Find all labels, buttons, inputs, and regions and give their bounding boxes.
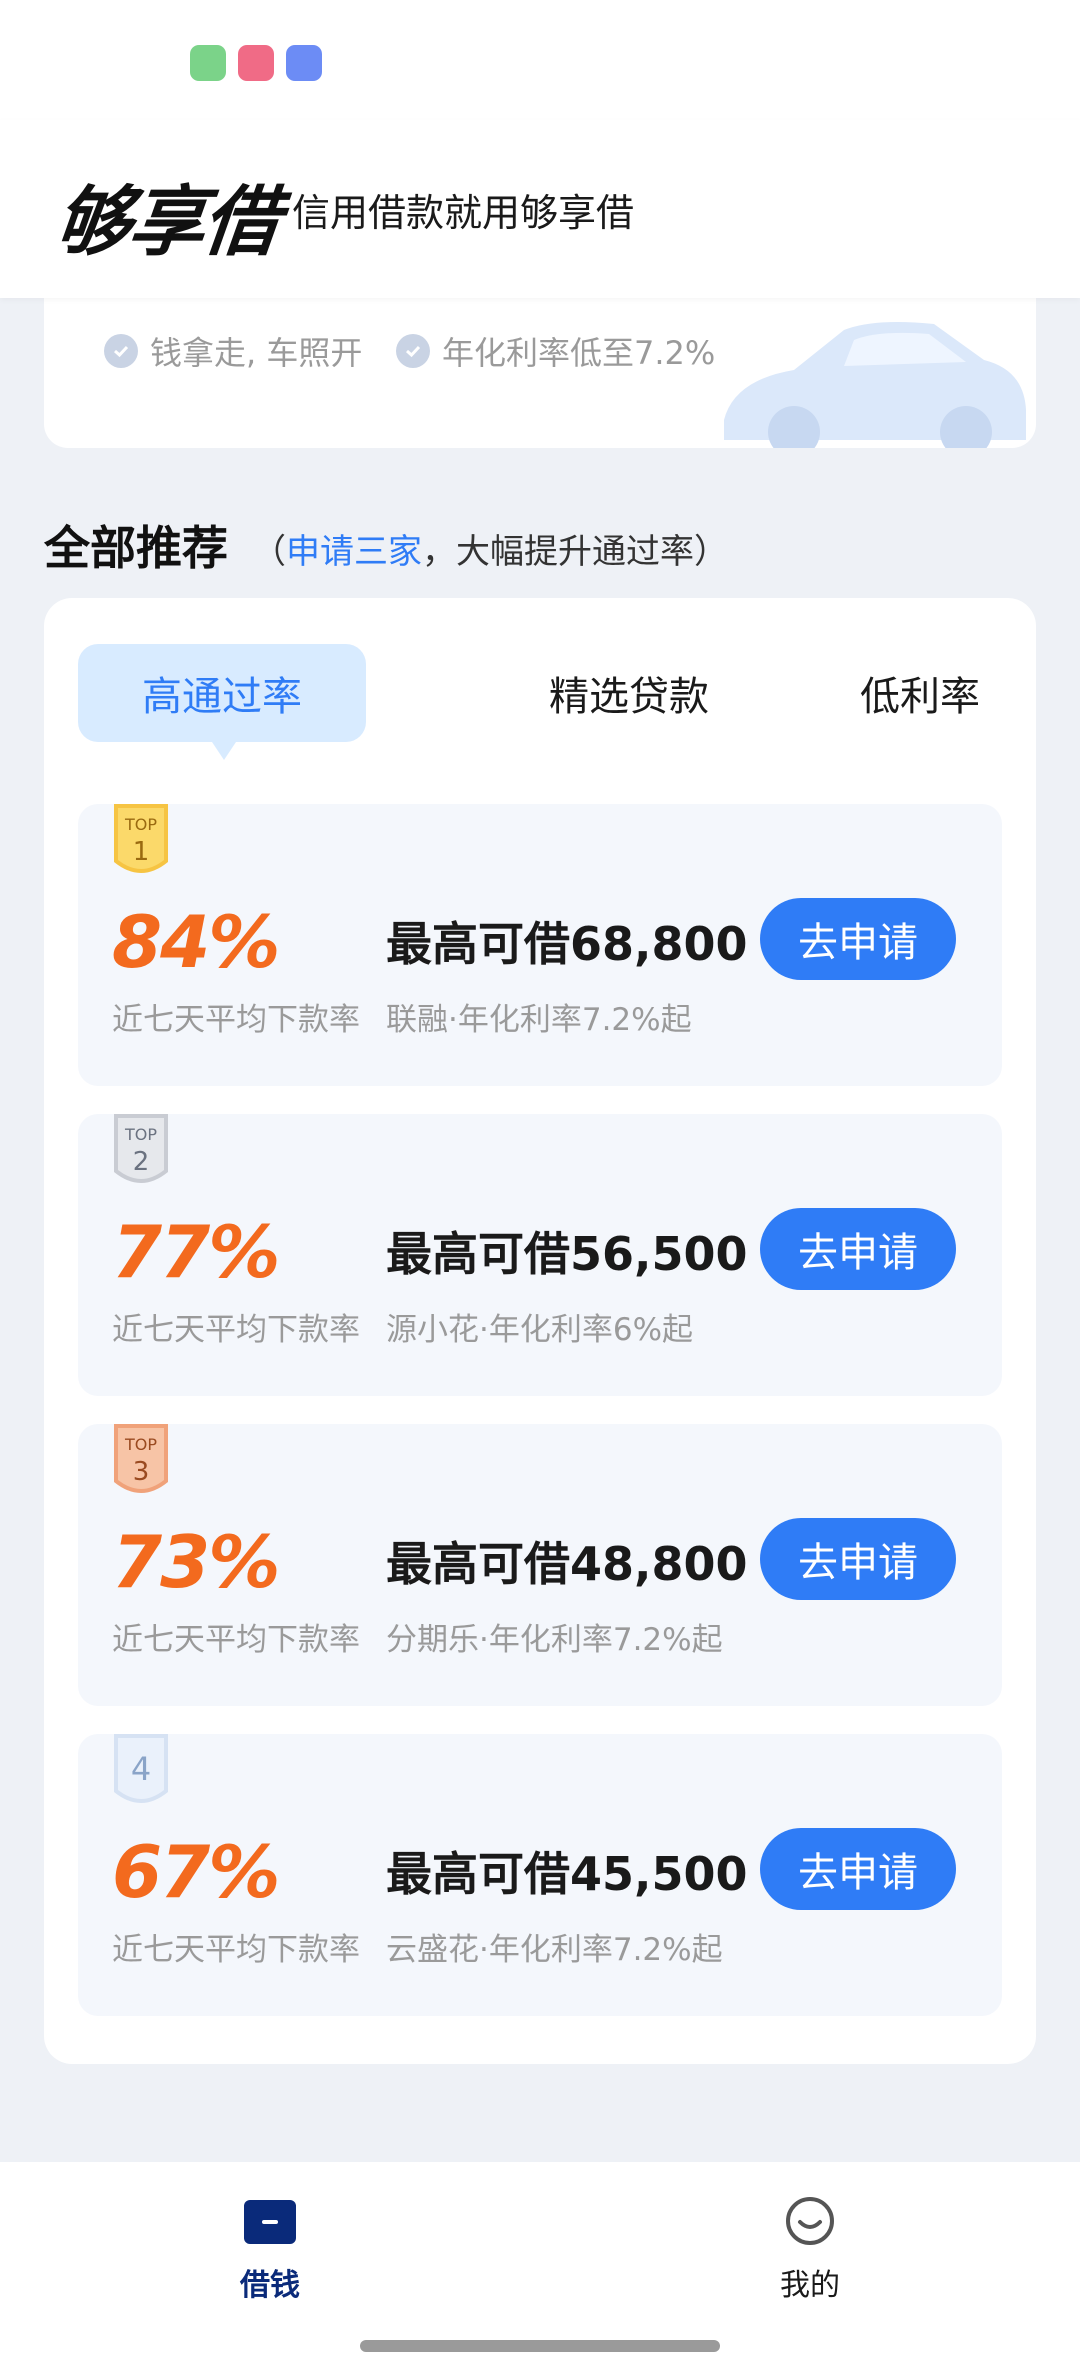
- tab-selected-loans[interactable]: 精选贷款: [504, 644, 754, 742]
- svg-text:TOP: TOP: [124, 815, 157, 834]
- product-card[interactable]: TOP 2 77% 近七天平均下款率 最高可借56,500 源小花·年化利率6%…: [78, 1114, 1002, 1396]
- top1-medal-icon: TOP 1: [114, 804, 168, 873]
- check-icon: [396, 334, 430, 368]
- nav-label: 借钱: [240, 2268, 300, 2303]
- max-loan-amount: 最高可借68,800: [386, 917, 748, 971]
- approval-rate: 84%: [112, 900, 280, 984]
- max-loan-amount: 最高可借48,800: [386, 1537, 748, 1591]
- max-loan-amount: 最高可借45,500: [386, 1847, 748, 1901]
- product-card[interactable]: TOP 1 84% 近七天平均下款率 最高可借68,800 联融·年化利率7.2…: [78, 804, 1002, 1086]
- check-icon: [104, 334, 138, 368]
- status-bar: [0, 0, 1080, 120]
- nav-item-mine[interactable]: 我的: [730, 2196, 890, 2304]
- svg-text:3: 3: [133, 1457, 150, 1487]
- nav-item-borrow[interactable]: 借钱: [190, 2196, 350, 2304]
- home-indicator[interactable]: [360, 2340, 720, 2352]
- tab-low-rate[interactable]: 低利率: [830, 644, 1010, 742]
- photo-app-icon: [238, 45, 274, 81]
- section-subtitle: （申请三家，大幅提升通过率）: [252, 532, 728, 572]
- top3-medal-icon: TOP 3: [114, 1424, 168, 1493]
- promo-feature-2: 年化利率低至7.2%: [396, 328, 715, 374]
- approval-rate: 67%: [112, 1830, 280, 1914]
- svg-text:TOP: TOP: [124, 1125, 157, 1144]
- wallet-icon: [244, 2200, 296, 2244]
- recommendation-panel: 高通过率 精选贷款 低利率 TOP 1 84% 近七天平均下款率 最高可借68,…: [44, 598, 1036, 2064]
- rank4-badge-icon: 4: [114, 1734, 168, 1803]
- product-card[interactable]: TOP 3 73% 近七天平均下款率 最高可借48,800 分期乐·年化利率7.…: [78, 1424, 1002, 1706]
- apply-button[interactable]: 去申请: [760, 898, 956, 980]
- approval-rate-label: 近七天平均下款率: [112, 1622, 360, 1658]
- max-loan-amount: 最高可借56,500: [386, 1227, 748, 1281]
- app-header: 够享借 信用借款就用够享借: [0, 120, 1080, 298]
- approval-rate: 77%: [112, 1210, 280, 1294]
- lender-info: 源小花·年化利率6%起: [386, 1312, 694, 1348]
- brand-logo: 够享借: [50, 177, 282, 266]
- tab-high-approval[interactable]: 高通过率: [78, 644, 366, 760]
- apply-button[interactable]: 去申请: [760, 1208, 956, 1290]
- lender-info: 分期乐·年化利率7.2%起: [386, 1622, 723, 1658]
- lender-info: 云盛花·年化利率7.2%起: [386, 1932, 723, 1968]
- promo-feature-text: 钱拿走, 车照开: [150, 334, 363, 372]
- svg-text:4: 4: [131, 1750, 151, 1788]
- car-illustration: [724, 322, 1026, 448]
- approval-rate-label: 近七天平均下款率: [112, 1312, 360, 1348]
- apply-button[interactable]: 去申请: [760, 1518, 956, 1600]
- apply-button[interactable]: 去申请: [760, 1828, 956, 1910]
- svg-text:2: 2: [133, 1147, 150, 1177]
- brand-slogan: 信用借款就用够享借: [292, 191, 635, 235]
- lender-info: 联融·年化利率7.2%起: [386, 1002, 692, 1038]
- product-card[interactable]: 4 67% 近七天平均下款率 最高可借45,500 云盛花·年化利率7.2%起 …: [78, 1734, 1002, 2016]
- chat-app-icon: [286, 45, 322, 81]
- top2-medal-icon: TOP 2: [114, 1114, 168, 1183]
- approval-rate: 73%: [112, 1520, 280, 1604]
- promo-feature-text: 年化利率低至7.2%: [442, 334, 716, 372]
- approval-rate-label: 近七天平均下款率: [112, 1932, 360, 1968]
- nav-label: 我的: [780, 2268, 840, 2303]
- svg-text:TOP: TOP: [124, 1435, 157, 1454]
- smiley-icon: [786, 2197, 834, 2245]
- messages-app-icon: [190, 45, 226, 81]
- approval-rate-label: 近七天平均下款率: [112, 1002, 360, 1038]
- svg-text:1: 1: [133, 837, 150, 867]
- promo-feature-1: 钱拿走, 车照开: [104, 328, 362, 374]
- section-title: 全部推荐: [44, 521, 228, 575]
